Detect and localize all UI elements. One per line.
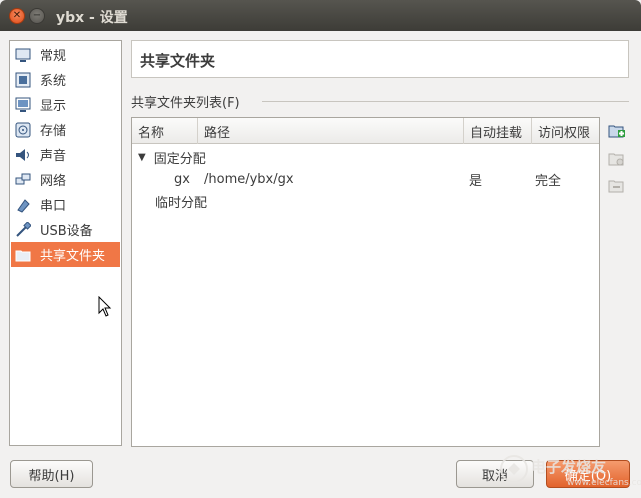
sidebar-item-label: 串口 [40,199,67,214]
sidebar-item-usb[interactable]: USB设备 [11,217,120,242]
add-shared-folder-button[interactable] [607,122,627,140]
sidebar-item-label: USB设备 [40,224,93,239]
sidebar-item-label: 系统 [40,74,67,89]
add-folder-icon [608,125,625,138]
section-divider [262,101,629,102]
shared-folders-list-label: 共享文件夹列表(F) [131,96,240,111]
display-icon [14,96,32,114]
sidebar-item-label: 显示 [40,99,67,114]
title-bar: ✕ − ybx - 设置 [0,0,641,31]
sidebar-item-label: 共享文件夹 [40,249,106,264]
remove-folder-icon [608,180,624,193]
sidebar-item-general[interactable]: 常规 [11,42,120,67]
watermark-url: www.elecfans.com [567,478,641,488]
group-label: 临时分配 [155,195,208,211]
window-title: ybx - 设置 [56,10,128,26]
watermark-text: 电子发烧友 [531,458,607,476]
cell-access: 完全 [535,173,562,189]
table-row[interactable]: gx /home/ybx/gx 是 完全 [132,168,599,190]
monitor-icon [14,46,32,64]
group-label: 固定分配 [153,151,206,167]
tree-group-transient[interactable]: 临时分配 [155,190,595,212]
sidebar-item-serial-ports[interactable]: 串口 [11,192,120,217]
disk-icon [14,121,32,139]
minimize-icon: − [32,10,42,21]
sidebar-item-display[interactable]: 显示 [11,92,120,117]
mouse-cursor-icon [98,296,112,317]
column-header-path[interactable]: 路径 [198,118,464,144]
usb-icon [14,221,32,239]
help-button[interactable]: 帮助(H) [10,460,93,488]
cell-name: gx [174,171,190,187]
cell-path: /home/ybx/gx [204,171,294,187]
speaker-icon [14,146,32,164]
shared-folders-table[interactable]: 名称 路径 自动挂载 访问权限 ▼ 固定分配 gx /home/ybx/gx 是… [131,117,600,447]
edit-folder-icon [608,153,624,166]
table-header: 名称 路径 自动挂载 访问权限 [132,118,599,144]
sidebar-item-storage[interactable]: 存储 [11,117,120,142]
sidebar-item-label: 网络 [40,174,67,189]
tree-group-fixed[interactable]: ▼ 固定分配 [138,146,593,168]
sidebar-item-shared-folders[interactable]: 共享文件夹 [11,242,120,267]
minimize-window-button[interactable]: − [29,8,45,24]
page-title: 共享文件夹 [140,52,216,70]
sidebar-item-label: 存储 [40,124,67,139]
close-icon: ✕ [12,10,22,21]
column-header-automount[interactable]: 自动挂载 [464,118,532,144]
column-header-name[interactable]: 名称 [132,118,198,144]
sidebar-item-network[interactable]: 网络 [11,167,120,192]
sidebar-item-label: 声音 [40,149,67,164]
column-header-access[interactable]: 访问权限 [532,118,599,144]
watermark-logo-icon [500,455,528,483]
serial-port-icon [14,196,32,214]
remove-shared-folder-button[interactable] [607,177,627,195]
network-icon [14,171,32,189]
cell-automount: 是 [469,173,483,189]
sidebar-item-system[interactable]: 系统 [11,67,120,92]
settings-sidebar: 常规 系统 显示 存储 声音 网络 串口 USB设备 共享文件夹 [9,40,122,446]
page-header: 共享文件夹 [131,40,629,78]
folder-icon [14,246,32,264]
chip-icon [14,71,32,89]
close-window-button[interactable]: ✕ [9,8,25,24]
edit-shared-folder-button[interactable] [607,150,627,168]
sidebar-item-audio[interactable]: 声音 [11,142,120,167]
expand-triangle-icon[interactable]: ▼ [138,152,146,163]
sidebar-item-label: 常规 [40,49,67,64]
watermark: 电子发烧友 www.elecfans.com [497,448,641,494]
